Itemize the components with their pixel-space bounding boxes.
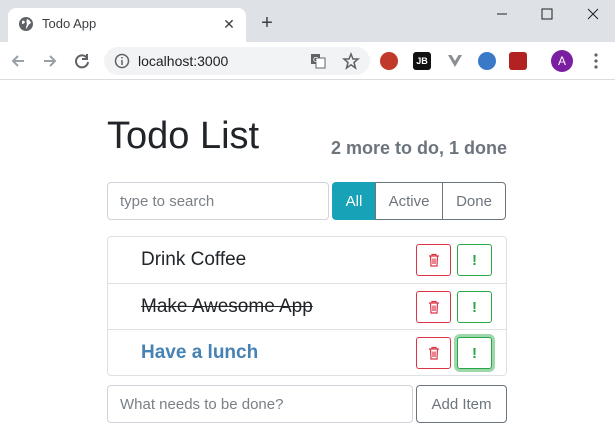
url-text: localhost:3000 (138, 53, 229, 69)
search-input[interactable] (107, 182, 329, 220)
add-item-form: Add Item (107, 385, 507, 423)
new-tab-icon[interactable]: + (256, 12, 278, 34)
todo-label[interactable]: Make Awesome App (141, 296, 313, 318)
filter-done-button[interactable]: Done (442, 182, 506, 220)
jetbrains-icon[interactable]: JB (413, 52, 431, 70)
avatar[interactable]: A (551, 50, 573, 72)
ext-red-circle-icon[interactable] (380, 52, 398, 70)
vue-devtools-icon[interactable] (446, 52, 464, 70)
page-title: Todo List (107, 115, 260, 157)
forward-arrow-icon[interactable] (40, 51, 60, 71)
kebab-menu-icon[interactable] (588, 52, 604, 70)
delete-button[interactable] (416, 244, 451, 276)
blue-circle-ext-icon[interactable] (478, 52, 496, 70)
trash-icon (428, 346, 439, 360)
window-close-icon[interactable] (578, 4, 608, 24)
tab-title: Todo App (42, 16, 97, 31)
trash-icon (428, 300, 439, 314)
todo-item: Have a lunch ! (108, 329, 506, 375)
new-todo-input[interactable] (107, 385, 413, 423)
address-bar[interactable]: localhost:3000 G (104, 47, 370, 75)
info-icon[interactable] (114, 53, 130, 69)
todo-item: Drink Coffee ! (108, 237, 506, 283)
tab-todo-app[interactable]: Todo App ✕ (8, 8, 246, 42)
mark-important-button[interactable]: ! (457, 337, 492, 369)
filter-active-button[interactable]: Active (375, 182, 443, 220)
bookmark-star-icon[interactable] (342, 52, 360, 70)
browser-chrome: Todo App ✕ + localhost:3000 G JB A (0, 0, 615, 80)
todo-label[interactable]: Drink Coffee (141, 249, 246, 271)
todo-label[interactable]: Have a lunch (141, 342, 258, 364)
translate-icon[interactable]: G (310, 53, 326, 69)
filter-all-button[interactable]: All (332, 182, 376, 220)
back-arrow-icon[interactable] (8, 51, 28, 71)
todo-list: Drink Coffee ! Make Awesome App ! Have a… (107, 236, 507, 376)
svg-text:G: G (313, 56, 318, 64)
add-item-button[interactable]: Add Item (416, 385, 507, 423)
red-square-ext-icon[interactable] (509, 52, 527, 70)
trash-icon (428, 253, 439, 267)
browser-toolbar: localhost:3000 G JB A (0, 42, 615, 80)
minimize-icon[interactable] (487, 4, 517, 24)
todo-count-status: 2 more to do, 1 done (330, 138, 507, 158)
reload-icon[interactable] (72, 51, 92, 71)
todo-item: Make Awesome App ! (108, 283, 506, 329)
close-tab-icon[interactable]: ✕ (221, 16, 237, 32)
mark-important-button[interactable]: ! (457, 291, 492, 323)
status-filter: All Active Done (332, 182, 507, 220)
tab-strip: Todo App ✕ + (0, 0, 615, 42)
globe-icon (19, 17, 33, 31)
maximize-icon[interactable] (532, 4, 562, 24)
delete-button[interactable] (416, 291, 451, 323)
mark-important-button[interactable]: ! (457, 244, 492, 276)
delete-button[interactable] (416, 337, 451, 369)
